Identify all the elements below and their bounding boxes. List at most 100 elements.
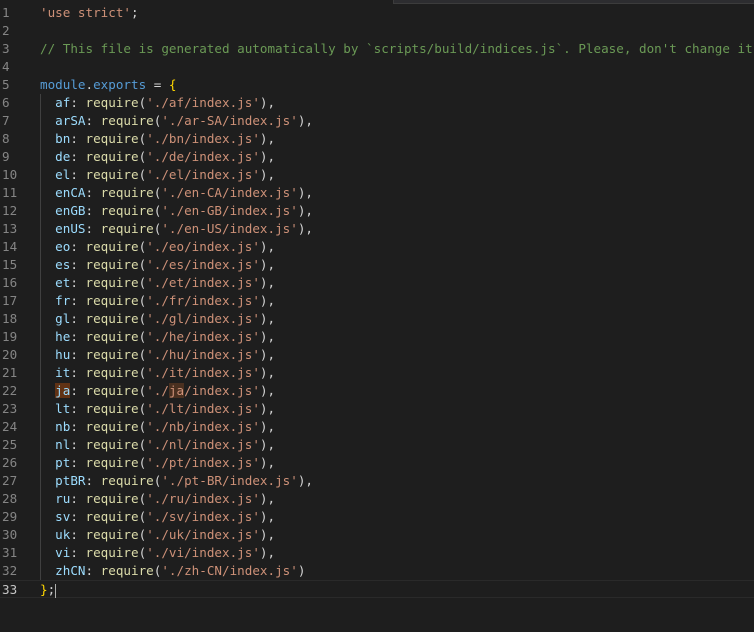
code-line[interactable]: 30 uk: require('./uk/index.js'), [0,526,754,544]
code-token: } [40,582,48,597]
code-token: './ar-SA/index.js' [161,113,298,128]
code-token: : [85,185,101,200]
code-token: : [70,275,86,290]
code-line[interactable]: 16 et: require('./et/index.js'), [0,274,754,292]
line-text: et: require('./et/index.js'), [40,274,275,292]
code-token: ), [259,149,276,164]
line-text: bn: require('./bn/index.js'), [40,130,275,148]
code-line[interactable]: 26 pt: require('./pt/index.js'), [0,454,754,472]
code-token: './en-CA/index.js' [161,185,298,200]
line-text: nb: require('./nb/index.js'), [40,418,275,436]
code-token: ptBR [40,473,86,488]
line-number: 8 [2,131,10,146]
code-line[interactable]: 29 sv: require('./sv/index.js'), [0,508,754,526]
code-line[interactable]: 14 eo: require('./eo/index.js'), [0,238,754,256]
code-line[interactable]: 20 hu: require('./hu/index.js'), [0,346,754,364]
code-token: './en-US/index.js' [161,221,298,236]
line-number: 12 [2,203,18,218]
line-text: // This file is generated automatically … [40,40,754,58]
code-token: ), [259,401,276,416]
line-number: 33 [2,582,18,597]
code-token: : [70,455,86,470]
code-token: : [85,203,101,218]
code-token: : [70,527,86,542]
code-token: './gl/index.js' [146,311,260,326]
code-line[interactable]: 3 // This file is generated automatically… [0,40,754,58]
line-text: af: require('./af/index.js'), [40,94,275,112]
code-token: : [70,383,86,398]
code-area[interactable]: 1'use strict'; 2 3// This file is generate… [0,4,754,598]
code-token: require [85,401,139,416]
code-line[interactable]: 8 bn: require('./bn/index.js'), [0,130,754,148]
code-token: : [70,347,86,362]
line-text: gl: require('./gl/index.js'), [40,310,275,328]
code-token: './es/index.js' [146,257,260,272]
code-line[interactable]: 31 vi: require('./vi/index.js'), [0,544,754,562]
code-token: ), [259,419,276,434]
line-number: 19 [2,329,18,344]
code-token: require [85,509,139,524]
code-token: ), [259,491,276,506]
code-line[interactable]: 13 enUS: require('./en-US/index.js'), [0,220,754,238]
code-line[interactable]: 11 enCA: require('./en-CA/index.js'), [0,184,754,202]
code-token: enUS [40,221,86,236]
code-token: = [146,77,169,92]
code-token: bn [40,131,71,146]
code-token: ), [259,275,276,290]
code-token: './et/index.js' [146,275,260,290]
code-line[interactable]: 9 de: require('./de/index.js'), [0,148,754,166]
code-line[interactable]: 5 module.exports = { [0,76,754,94]
code-token: require [85,437,139,452]
code-line[interactable]: 25 nl: require('./nl/index.js'), [0,436,754,454]
code-token: ), [259,293,276,308]
code-line[interactable]: 4 [0,58,754,76]
line-text: el: require('./el/index.js'), [40,166,275,184]
line-text: ptBR: require('./pt-BR/index.js'), [40,472,313,490]
code-line[interactable]: 19 he: require('./he/index.js'), [0,328,754,346]
code-line[interactable]: 33}; [0,580,754,598]
code-line[interactable]: 2 [0,22,754,40]
code-token: require [85,545,139,560]
code-token: : [70,401,86,416]
code-line[interactable]: 15 es: require('./es/index.js'), [0,256,754,274]
code-token: ), [297,113,313,128]
code-token: gl [40,311,71,326]
code-line[interactable]: 17 fr: require('./fr/index.js'), [0,292,754,310]
code-token: ), [259,437,276,452]
code-token: : [85,113,101,128]
code-token: ), [259,527,276,542]
line-number: 22 [2,383,18,398]
code-token: require [100,203,154,218]
code-token: : [70,509,86,524]
code-line[interactable]: 7 arSA: require('./ar-SA/index.js'), [0,112,754,130]
code-token: './af/index.js' [146,95,260,110]
code-line[interactable]: 23 lt: require('./lt/index.js'), [0,400,754,418]
line-number: 14 [2,239,18,254]
code-line[interactable]: 21 it: require('./it/index.js'), [0,364,754,382]
code-token: require [100,563,154,578]
line-number: 2 [2,23,10,38]
code-line[interactable]: 18 gl: require('./gl/index.js'), [0,310,754,328]
code-line[interactable]: 24 nb: require('./nb/index.js'), [0,418,754,436]
code-line[interactable]: 1 'use strict'; [0,4,754,22]
code-line[interactable]: 12 enGB: require('./en-GB/index.js'), [0,202,754,220]
line-number: 5 [2,77,10,92]
code-line[interactable]: 22 ja: require('./ja/index.js'), [0,382,754,400]
code-token: enCA [40,185,86,200]
code-line[interactable]: 32 zhCN: require('./zh-CN/index.js') [0,562,754,580]
code-token: exports [93,77,147,92]
code-token: require [85,131,139,146]
code-line[interactable]: 28 ru: require('./ru/index.js'), [0,490,754,508]
code-token: ), [259,167,276,182]
line-text: enUS: require('./en-US/index.js'), [40,220,313,238]
line-number: 13 [2,221,18,236]
code-line[interactable]: 27 ptBR: require('./pt-BR/index.js'), [0,472,754,490]
code-token: sv [40,509,71,524]
code-editor[interactable]: 1'use strict'; 2 3// This file is generate… [0,0,754,632]
line-number: 30 [2,527,18,542]
code-line[interactable]: 10 el: require('./el/index.js'), [0,166,754,184]
line-number: 4 [2,59,10,74]
code-line[interactable]: 6 af: require('./af/index.js'), [0,94,754,112]
code-token: ), [297,221,313,236]
code-token: require [85,455,139,470]
